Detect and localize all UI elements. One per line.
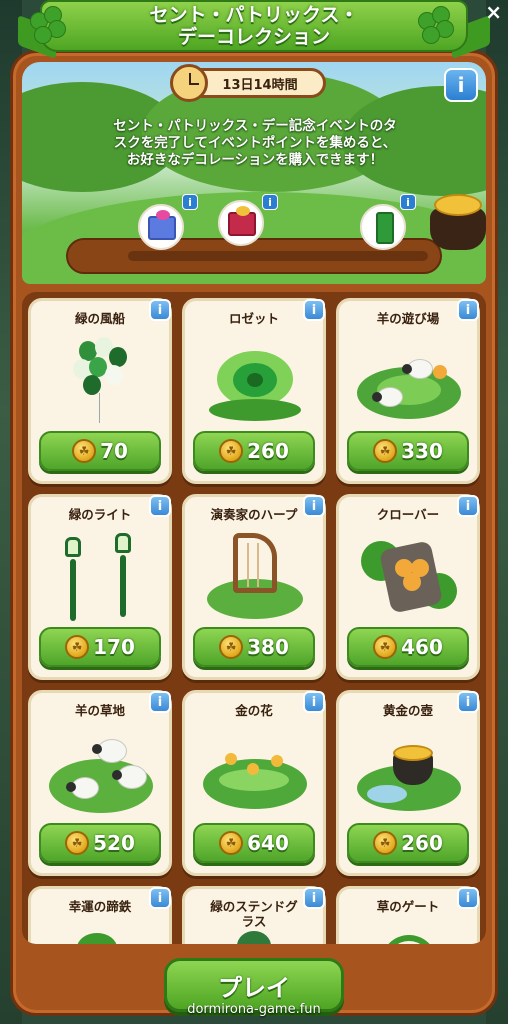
- item-card[interactable]: 緑のステンドグ ラス i: [182, 886, 326, 944]
- coin-icon: ☘: [373, 635, 398, 659]
- stained-glass-icon: [203, 925, 307, 944]
- sheep-playground-icon: [357, 337, 461, 425]
- coin-icon: ☘: [373, 831, 398, 855]
- buy-button[interactable]: ☘ 170: [39, 627, 161, 667]
- coin-icon: ☘: [373, 439, 398, 463]
- item-card[interactable]: 金の花 i ☘ 640: [182, 690, 326, 876]
- item-info-button[interactable]: i: [149, 299, 171, 321]
- item-info-button[interactable]: i: [303, 299, 325, 321]
- item-price: 70: [100, 439, 128, 463]
- coin-icon: ☘: [65, 635, 90, 659]
- coin-icon: ☘: [72, 439, 97, 463]
- item-price: 380: [247, 635, 289, 659]
- item-info-button[interactable]: i: [303, 887, 325, 909]
- item-card[interactable]: クローバー i ☘ 460: [336, 494, 480, 680]
- item-card[interactable]: 幸運の蹄鉄 i: [28, 886, 172, 944]
- title-banner: セント・パトリックス・ デーコレクション: [40, 0, 468, 52]
- buy-button[interactable]: ☘ 70: [39, 431, 161, 471]
- item-price: 260: [247, 439, 289, 463]
- item-price: 640: [247, 831, 289, 855]
- lamp-icon: [49, 533, 153, 621]
- item-price: 520: [93, 831, 135, 855]
- item-info-button[interactable]: i: [149, 887, 171, 909]
- timer-text: 13日14時間: [222, 77, 298, 93]
- item-card[interactable]: 羊の草地 i ☘ 520: [28, 690, 172, 876]
- item-name: 羊の草地: [74, 703, 125, 718]
- sheep-meadow-icon: [49, 729, 153, 817]
- grass-gate-icon: [357, 925, 461, 944]
- item-price: 260: [401, 831, 443, 855]
- item-info-button[interactable]: i: [457, 691, 479, 713]
- rosette-icon: [203, 337, 307, 425]
- reward-gift-red[interactable]: [218, 200, 264, 246]
- buy-button[interactable]: ☘ 330: [347, 431, 469, 471]
- buy-button[interactable]: ☘ 640: [193, 823, 315, 863]
- item-name: 幸運の蹄鉄: [68, 899, 132, 914]
- reward-info-button-2[interactable]: i: [262, 194, 278, 210]
- coin-icon: ☘: [219, 439, 244, 463]
- item-card[interactable]: 緑の風船 i ☘ 70: [28, 298, 172, 484]
- item-info-button[interactable]: i: [457, 299, 479, 321]
- buy-button[interactable]: ☘ 460: [347, 627, 469, 667]
- item-info-button[interactable]: i: [303, 495, 325, 517]
- item-name: 緑の風船: [74, 311, 125, 326]
- coin-icon: ☘: [219, 831, 244, 855]
- buy-button[interactable]: ☘ 380: [193, 627, 315, 667]
- reward-gift-blue[interactable]: [138, 204, 184, 250]
- item-info-button[interactable]: i: [149, 495, 171, 517]
- item-info-button[interactable]: i: [457, 887, 479, 909]
- clover-statue-icon: [357, 533, 461, 621]
- info-icon: i: [457, 73, 465, 97]
- item-info-button[interactable]: i: [457, 495, 479, 517]
- balloon-icon: [49, 337, 153, 425]
- horseshoe-icon: [49, 925, 153, 944]
- item-info-button[interactable]: i: [149, 691, 171, 713]
- item-card[interactable]: ロゼット i ☘ 260: [182, 298, 326, 484]
- item-name: ロゼット: [228, 311, 279, 326]
- clover-right-icon: [418, 6, 458, 46]
- gold-pot-icon: [430, 190, 486, 250]
- item-info-button[interactable]: i: [303, 691, 325, 713]
- item-card[interactable]: 緑のライト i ☘ 170: [28, 494, 172, 680]
- item-name: 黄金の壺: [382, 703, 433, 718]
- item-name: 羊の遊び場: [376, 311, 440, 326]
- play-button-label: プレイ: [218, 973, 290, 1002]
- event-description: セント・パトリックス・デー記念イベントのタ スクを完了してイベントポイントを集め…: [113, 118, 397, 168]
- item-name: 金の花: [235, 703, 273, 718]
- reward-info-button-1[interactable]: i: [182, 194, 198, 210]
- reward-clover-card[interactable]: [360, 204, 406, 250]
- event-info-button[interactable]: i: [444, 68, 478, 102]
- gold-pot-icon: [357, 729, 461, 817]
- item-card[interactable]: 草のゲート i: [336, 886, 480, 944]
- page-title: セント・パトリックス・ デーコレクション: [149, 4, 359, 48]
- item-name: 草のゲート: [376, 899, 440, 914]
- item-name: クローバー: [376, 507, 440, 522]
- coin-icon: ☘: [65, 831, 90, 855]
- harp-icon: [203, 533, 307, 621]
- clover-left-icon: [30, 6, 70, 46]
- buy-button[interactable]: ☘ 260: [193, 431, 315, 471]
- item-card[interactable]: 羊の遊び場 i ☘ 330: [336, 298, 480, 484]
- buy-button[interactable]: ☘ 520: [39, 823, 161, 863]
- item-name: 演奏家のハープ: [210, 507, 298, 522]
- item-price: 460: [401, 635, 443, 659]
- reward-info-button-3[interactable]: i: [400, 194, 416, 210]
- progress-track-inner: [128, 251, 428, 261]
- coin-icon: ☘: [219, 635, 244, 659]
- items-grid: 緑の風船 i ☘ 70 ロゼット i ☘ 260 羊の遊び場 i ☘ 330 緑…: [22, 292, 486, 944]
- clock-icon: [170, 64, 208, 102]
- item-card[interactable]: 黄金の壺 i ☘ 260: [336, 690, 480, 876]
- golden-flower-icon: [203, 729, 307, 817]
- buy-button[interactable]: ☘ 260: [347, 823, 469, 863]
- close-icon[interactable]: ×: [485, 0, 502, 24]
- item-price: 330: [401, 439, 443, 463]
- item-card[interactable]: 演奏家のハープ i ☘ 380: [182, 494, 326, 680]
- item-price: 170: [93, 635, 135, 659]
- watermark: dormirona-game.fun: [187, 1002, 321, 1017]
- item-name: 緑のライト: [68, 507, 132, 522]
